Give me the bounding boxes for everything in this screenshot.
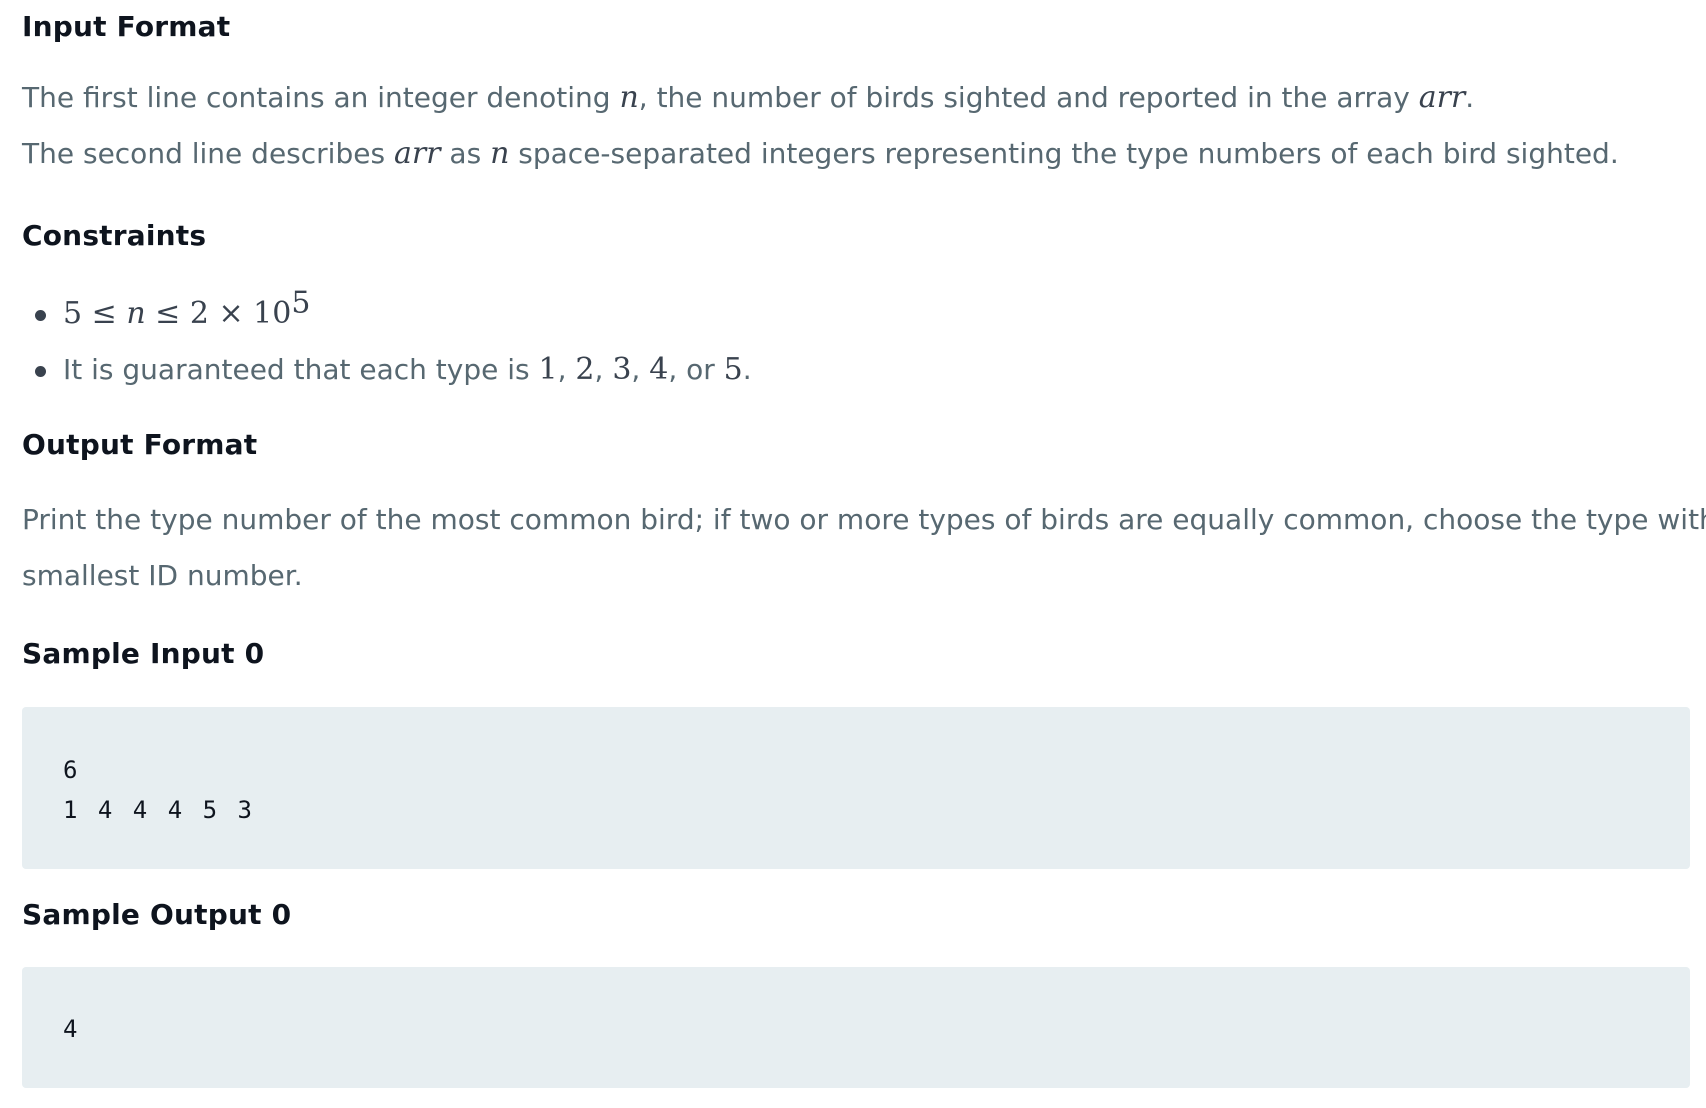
sample-input-heading: Sample Input 0	[22, 637, 265, 670]
sample-output-heading: Sample Output 0	[22, 898, 292, 931]
constraints-heading: Constraints	[22, 219, 207, 252]
input-format-line-2: The second line describes arr as n space…	[22, 136, 1619, 171]
math-var-arr: arr	[1418, 80, 1466, 115]
input-format-heading: Input Format	[22, 10, 231, 43]
constraint-item-n-range: 5 ≤ n ≤ 2 × 105	[22, 286, 1622, 342]
input-format-line-1: The first line contains an integer denot…	[22, 80, 1475, 115]
sample-output-codebox: 4	[22, 967, 1690, 1088]
sample-input-line-1: 6	[63, 756, 81, 784]
output-format-line-2: smallest ID number.	[22, 559, 303, 592]
output-format-heading: Output Format	[22, 428, 258, 461]
constraints-list: 5 ≤ n ≤ 2 × 105 It is guaranteed that ea…	[22, 286, 1622, 398]
bullet-icon	[35, 310, 46, 321]
math-var-n: n	[619, 80, 639, 115]
output-format-line-1: Print the type number of the most common…	[22, 503, 1706, 536]
sample-output-line-1: 4	[63, 1015, 81, 1043]
sample-input-codebox: 6 1 4 4 4 5 3	[22, 707, 1690, 869]
bullet-icon	[35, 366, 46, 377]
math-var-arr: arr	[393, 136, 441, 171]
math-var-n: n	[490, 136, 510, 171]
sample-input-line-2: 1 4 4 4 5 3	[63, 796, 255, 824]
constraint-item-types: It is guaranteed that each type is 1, 2,…	[22, 342, 1622, 398]
